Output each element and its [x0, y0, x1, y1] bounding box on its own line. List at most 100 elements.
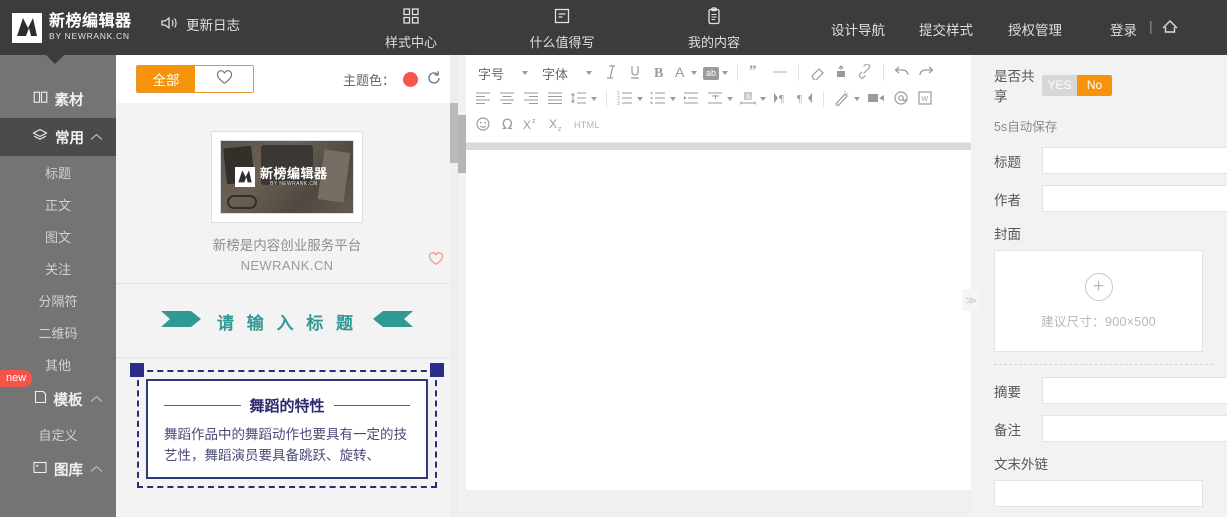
chevron-down-icon [522, 71, 528, 75]
sidebar-group-gallery[interactable]: 图库 [0, 450, 116, 488]
author-field-row: 作者 [994, 185, 1213, 212]
undo-button[interactable] [891, 61, 913, 85]
align-left-button[interactable] [472, 87, 494, 111]
svg-text:z: z [532, 118, 536, 125]
share-yes-button[interactable]: YES [1042, 75, 1077, 96]
sidebar-item-imagetext[interactable]: 图文 [0, 220, 116, 252]
editor-scrollbar[interactable] [458, 55, 466, 517]
author-input[interactable] [1042, 185, 1227, 212]
underline-button[interactable] [624, 61, 646, 85]
letter-spacing-icon: A [739, 90, 757, 109]
nav-auth-manage[interactable]: 授权管理 [1008, 19, 1062, 39]
insert-link-button[interactable] [854, 61, 876, 85]
nav-design-guide[interactable]: 设计导航 [831, 19, 885, 39]
filter-all-button[interactable]: 全部 [137, 66, 195, 92]
special-character-button[interactable]: Ω [496, 113, 518, 137]
nav-style-center-label: 样式中心 [385, 32, 437, 51]
emoji-button[interactable] [472, 113, 494, 137]
horizontal-rule-button[interactable] [769, 61, 791, 85]
brand-title: 新榜编辑器 [49, 14, 132, 31]
sidebar-item-title[interactable]: 标题 [0, 156, 116, 188]
title-input[interactable] [1042, 147, 1227, 174]
format-painter-button[interactable] [831, 87, 862, 111]
theme-color-swatch[interactable] [403, 72, 418, 87]
font-family-dropdown[interactable]: 字体 [536, 61, 574, 85]
subscript-button[interactable]: Xz [546, 113, 570, 137]
font-family-caret[interactable] [576, 61, 598, 85]
text-direction-rtl-icon: ¶ [796, 90, 814, 109]
font-size-dropdown[interactable]: 字号 [472, 61, 510, 85]
line-height-button[interactable] [568, 87, 599, 111]
align-center-button[interactable] [496, 87, 518, 111]
text-color-button[interactable]: A [672, 61, 699, 85]
filter-favorites-button[interactable] [195, 66, 253, 92]
editor-canvas[interactable] [466, 150, 971, 490]
blockquote-button[interactable]: ” [745, 61, 767, 85]
font-size-caret[interactable] [512, 61, 534, 85]
style-panel-scroll-thumb[interactable] [450, 103, 458, 163]
italic-button[interactable] [600, 61, 622, 85]
title-label: 标题 [994, 151, 1042, 171]
nav-style-center[interactable]: 样式中心 [380, 6, 442, 51]
sidebar-item-divider[interactable]: 分隔符 [0, 284, 116, 316]
style-card-title[interactable]: 请 输 入 标 题 [116, 284, 458, 358]
sidebar-group-common[interactable]: 常用 [0, 118, 116, 156]
style-card-selected-block[interactable]: 舞蹈的特性 舞蹈作品中的舞蹈动作也要具有一定的技艺性，舞蹈演员要具备跳跃、旋转、 [116, 358, 458, 488]
summary-label: 摘要 [994, 381, 1042, 401]
sidebar-item-qrcode[interactable]: 二维码 [0, 316, 116, 348]
resize-handle-top-left[interactable] [130, 363, 144, 377]
editor-scroll-thumb[interactable] [458, 115, 466, 173]
align-right-button[interactable] [520, 87, 542, 111]
resize-handle-top-right[interactable] [430, 363, 444, 377]
clear-format-button[interactable] [806, 61, 828, 85]
nav-my-content[interactable]: 我的内容 [680, 6, 748, 51]
note-input[interactable] [1042, 415, 1227, 442]
bold-button[interactable]: B [648, 61, 670, 85]
chevron-down-icon [670, 97, 676, 101]
rtl-direction-button[interactable]: ¶ [794, 87, 816, 111]
note-icon [552, 6, 572, 29]
favorite-heart-icon[interactable] [428, 252, 444, 271]
style-panel-scrollbar[interactable] [450, 55, 458, 517]
html-source-button[interactable]: HTML [572, 113, 602, 137]
insert-mention-button[interactable] [890, 87, 912, 111]
outlink-input[interactable] [994, 480, 1203, 507]
insert-video-button[interactable] [864, 87, 888, 111]
panel-collapse-button[interactable]: ≫ [962, 289, 980, 311]
nav-worth-writing[interactable]: 什么值得写 [528, 6, 596, 51]
summary-input[interactable] [1042, 377, 1227, 404]
sidebar-group-material[interactable]: 素材 [0, 80, 116, 118]
redo-button[interactable] [915, 61, 937, 85]
line-height-icon [570, 90, 588, 109]
align-justify-button[interactable] [544, 87, 566, 111]
indent-button[interactable] [680, 87, 702, 111]
style-card-image[interactable]: 新榜编辑器 BY NEWRANK.CN 新榜是内容创业服务平台 NEWRANK.… [116, 131, 458, 284]
sidebar-item-body[interactable]: 正文 [0, 188, 116, 220]
block-heading-text: 舞蹈的特性 [250, 395, 325, 416]
nav-update-log[interactable]: 更新日志 [160, 14, 240, 34]
nav-submit-style[interactable]: 提交样式 [919, 19, 973, 39]
nav-login[interactable]: 登录 [1110, 19, 1137, 39]
superscript-button[interactable]: Xz [520, 113, 544, 137]
svg-text:¶: ¶ [779, 93, 784, 105]
reset-icon[interactable] [426, 70, 442, 89]
cover-upload-area[interactable]: + 建议尺寸：900×500 [994, 250, 1203, 352]
letter-spacing-button[interactable]: A [737, 87, 768, 111]
highlight-button[interactable]: ab [701, 61, 730, 85]
unordered-list-button[interactable] [647, 87, 678, 111]
ltr-direction-button[interactable]: ¶ [770, 87, 792, 111]
paste-button[interactable] [830, 61, 852, 85]
paragraph-spacing-button[interactable] [704, 87, 735, 111]
sidebar-group-template[interactable]: 模板 [0, 380, 116, 418]
brand-logo-area[interactable]: 新榜编辑器 BY NEWRANK.CN [0, 13, 150, 43]
share-no-button[interactable]: No [1077, 75, 1112, 96]
svg-text:”: ” [749, 64, 757, 79]
sidebar-item-follow[interactable]: 关注 [0, 252, 116, 284]
eraser-icon [809, 64, 826, 83]
ordered-list-button[interactable]: 123 [614, 87, 645, 111]
nav-auth-manage-label: 授权管理 [1008, 19, 1062, 39]
import-word-button[interactable]: W [914, 87, 936, 111]
sidebar-item-label: 其他 [45, 355, 71, 374]
nav-home-button[interactable] [1160, 17, 1180, 38]
sidebar-item-custom[interactable]: 自定义 [0, 418, 116, 450]
